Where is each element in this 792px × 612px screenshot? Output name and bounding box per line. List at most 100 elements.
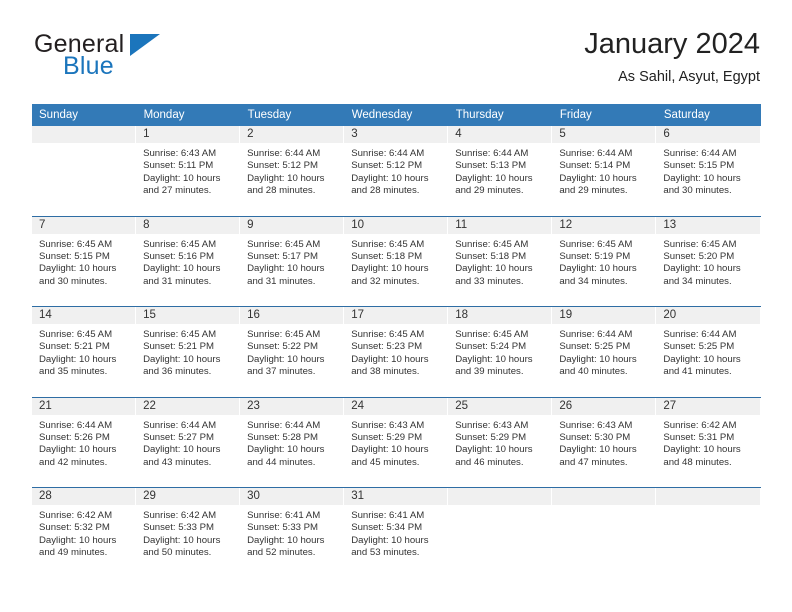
calendar-day-cell[interactable]: 7 Sunrise: 6:45 AM Sunset: 5:15 PM Daylight… [32,216,137,307]
day-detail-block: Sunrise: 6:41 AM Sunset: 5:33 PM Daylight:… [240,505,344,560]
daylight-text: Daylight: 10 hours and 34 minutes. [663,263,741,287]
sunset-text: Sunset: 5:21 PM [39,341,110,353]
day-detail-block: Sunrise: 6:44 AM Sunset: 5:12 PM Daylight:… [240,143,344,198]
day-detail-block: Sunrise: 6:45 AM Sunset: 5:20 PM Daylight:… [656,234,760,289]
logo-text-blue: Blue [63,52,114,80]
sunrise-text: Sunrise: 6:42 AM [39,510,113,521]
calendar-table: Sunday Monday Tuesday Wednesday Thursday Frid… [32,104,762,578]
calendar-day-cell[interactable]: 16 Sunrise: 6:45 AM Sunset: 5:22 PM Dayligh… [240,307,345,397]
daylight-text: Daylight: 10 hours and 27 minutes. [143,172,221,197]
day-number: 12 [552,216,657,234]
calendar-day-cell[interactable]: 18 Sunrise: 6:45 AM Sunset: 5:24 PM Dayligh… [448,307,553,397]
day-number: 18 [448,307,553,324]
calendar-day-cell[interactable]: 12 Sunrise: 6:45 AM Sunset: 5:19 PM Dayligh… [552,216,657,307]
day-detail-block: Sunrise: 6:43 AM Sunset: 5:11 PM Daylight:… [136,143,240,198]
day-detail-block: Sunrise: 6:44 AM Sunset: 5:13 PM Daylight:… [448,143,552,198]
day-number: 6 [656,126,761,143]
sunrise-text: Sunrise: 6:43 AM [455,419,529,431]
calendar-day-cell[interactable]: 10 Sunrise: 6:45 AM Sunset: 5:18 PM Dayligh… [344,216,449,307]
daylight-text: Daylight: 10 hours and 29 minutes. [455,172,533,197]
day-detail-block: Sunrise: 6:44 AM Sunset: 5:12 PM Daylight:… [344,143,448,198]
day-detail-block: Sunrise: 6:44 AM Sunset: 5:25 PM Daylight:… [656,324,760,379]
daylight-text: Daylight: 10 hours and 48 minutes. [663,444,741,468]
general-blue-logo[interactable]: General Blue [32,26,262,84]
calendar-day-cell[interactable]: 25 Sunrise: 6:43 AM Sunset: 5:29 PM Dayligh… [448,397,553,488]
calendar-day-cell[interactable]: 11 Sunrise: 6:45 AM Sunset: 5:18 PM Dayligh… [448,216,553,307]
day-detail-block: Sunrise: 6:44 AM Sunset: 5:15 PM Daylight:… [656,143,760,198]
day-number: 26 [552,397,657,415]
sunset-text: Sunset: 5:33 PM [143,522,214,534]
day-detail-block: Sunrise: 6:45 AM Sunset: 5:17 PM Daylight:… [240,234,344,289]
calendar-day-cell[interactable]: 27 Sunrise: 6:42 AM Sunset: 5:31 PM Dayligh… [656,397,761,488]
daylight-text: Daylight: 10 hours and 40 minutes. [559,353,637,378]
weekday-header-row: Sunday Monday Tuesday Wednesday Thursday Frid… [32,104,762,126]
sunrise-text: Sunrise: 6:45 AM [143,238,217,250]
day-detail-block: Sunrise: 6:45 AM Sunset: 5:16 PM Daylight:… [136,234,240,289]
calendar-day-cell[interactable]: 26 Sunrise: 6:43 AM Sunset: 5:30 PM Dayligh… [552,397,657,488]
daylight-text: Daylight: 10 hours and 31 minutes. [143,263,221,287]
title-block: January 2024 As Sahil, Asyut, Egypt [584,26,760,88]
calendar-day-cell[interactable]: 20 Sunrise: 6:44 AM Sunset: 5:25 PM Dayligh… [656,307,761,397]
calendar-day-cell[interactable]: 21 Sunrise: 6:44 AM Sunset: 5:26 PM Dayligh… [32,397,137,488]
calendar-day-cell[interactable]: 6 Sunrise: 6:44 AM Sunset: 5:15 PM Daylight… [656,126,761,216]
day-detail-block: Sunrise: 6:45 AM Sunset: 5:24 PM Daylight:… [448,324,552,379]
calendar-day-cell[interactable]: 17 Sunrise: 6:45 AM Sunset: 5:23 PM Dayligh… [344,307,449,397]
calendar-day-cell[interactable]: 28 Sunrise: 6:42 AM Sunset: 5:32 PM Dayligh… [32,488,137,578]
sunrise-text: Sunrise: 6:43 AM [559,419,633,431]
calendar-day-cell[interactable]: 23 Sunrise: 6:44 AM Sunset: 5:28 PM Dayligh… [240,397,345,488]
calendar-day-cell[interactable]: 22 Sunrise: 6:44 AM Sunset: 5:27 PM Dayligh… [136,397,241,488]
calendar-day-cell-empty [552,488,657,578]
daylight-text: Daylight: 10 hours and 45 minutes. [351,444,429,468]
calendar-day-cell[interactable]: 19 Sunrise: 6:44 AM Sunset: 5:25 PM Dayligh… [552,307,657,397]
calendar-day-cell[interactable]: 9 Sunrise: 6:45 AM Sunset: 5:17 PM Daylight… [240,216,345,307]
daylight-text: Daylight: 10 hours and 38 minutes. [351,353,429,378]
day-number: 24 [344,397,449,415]
calendar-day-cell[interactable]: 8 Sunrise: 6:45 AM Sunset: 5:16 PM Daylight… [136,216,241,307]
sunrise-text: Sunrise: 6:44 AM [39,419,113,431]
day-number [552,488,657,505]
calendar-day-cell[interactable]: 5 Sunrise: 6:44 AM Sunset: 5:14 PM Daylight… [552,126,657,216]
calendar-day-cell[interactable]: 31 Sunrise: 6:41 AM Sunset: 5:34 PM Dayligh… [344,488,449,578]
weekday-header-monday: Monday [136,104,241,126]
sunset-text: Sunset: 5:20 PM [663,250,735,262]
calendar-day-cell[interactable]: 4 Sunrise: 6:44 AM Sunset: 5:13 PM Daylight… [448,126,553,216]
day-number: 20 [656,307,761,324]
page-title: January 2024 [584,28,760,60]
day-detail-block: Sunrise: 6:43 AM Sunset: 5:29 PM Daylight:… [344,415,448,470]
calendar-page: General Blue January 2024 As Sahil, Asyu… [0,0,792,612]
sunrise-text: Sunrise: 6:45 AM [559,238,633,250]
sunset-text: Sunset: 5:18 PM [455,250,527,262]
calendar-day-cell[interactable]: 14 Sunrise: 6:45 AM Sunset: 5:21 PM Dayligh… [32,307,137,397]
calendar-day-cell[interactable]: 1 Sunrise: 6:43 AM Sunset: 5:11 PM Daylight… [136,126,241,216]
sunset-text: Sunset: 5:19 PM [559,250,631,262]
calendar-body: 1 Sunrise: 6:43 AM Sunset: 5:11 PM Daylight… [32,126,761,578]
sunset-text: Sunset: 5:29 PM [455,431,527,443]
day-number: 19 [552,307,657,324]
day-number: 16 [240,307,345,324]
calendar-day-cell[interactable]: 15 Sunrise: 6:45 AM Sunset: 5:21 PM Dayligh… [136,307,241,397]
day-number: 23 [240,397,345,415]
calendar-day-cell[interactable]: 2 Sunrise: 6:44 AM Sunset: 5:12 PM Daylight… [240,126,345,216]
weekday-header-thursday: Thursday [448,104,553,126]
daylight-text: Daylight: 10 hours and 29 minutes. [559,172,637,197]
day-number: 21 [32,397,137,415]
weekday-header-friday: Friday [552,104,657,126]
sunset-text: Sunset: 5:25 PM [663,341,735,353]
sunrise-text: Sunrise: 6:45 AM [663,238,737,250]
daylight-text: Daylight: 10 hours and 33 minutes. [455,263,533,287]
page-header: General Blue January 2024 As Sahil, Asyu… [32,26,760,96]
sunrise-text: Sunrise: 6:45 AM [39,329,113,340]
sunrise-text: Sunrise: 6:44 AM [143,419,217,431]
sunset-text: Sunset: 5:29 PM [351,431,423,443]
day-number: 31 [344,488,449,505]
daylight-text: Daylight: 10 hours and 41 minutes. [663,353,741,378]
calendar-day-cell[interactable]: 3 Sunrise: 6:44 AM Sunset: 5:12 PM Daylight… [344,126,449,216]
calendar-day-cell[interactable]: 30 Sunrise: 6:41 AM Sunset: 5:33 PM Dayligh… [240,488,345,578]
calendar-day-cell[interactable]: 13 Sunrise: 6:45 AM Sunset: 5:20 PM Dayligh… [656,216,761,307]
calendar-day-cell[interactable]: 24 Sunrise: 6:43 AM Sunset: 5:29 PM Dayligh… [344,397,449,488]
day-number: 27 [656,397,761,415]
day-number: 5 [552,126,657,143]
logo-triangle-icon [130,34,160,56]
weekday-header-tuesday: Tuesday [240,104,345,126]
calendar-day-cell[interactable]: 29 Sunrise: 6:42 AM Sunset: 5:33 PM Dayligh… [136,488,241,578]
